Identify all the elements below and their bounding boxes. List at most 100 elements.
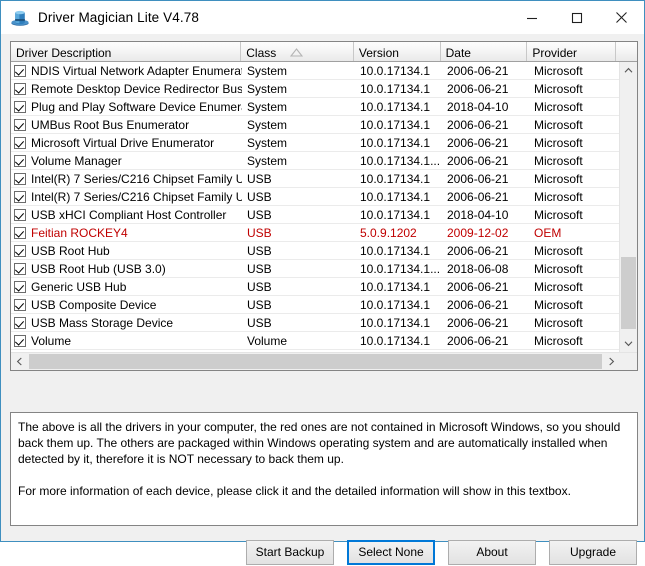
info-spacer [18, 467, 630, 483]
row-checkbox[interactable] [14, 245, 26, 257]
table-cell-version: 10.0.17134.1 [355, 116, 442, 133]
row-checkbox[interactable] [14, 155, 26, 167]
start-backup-button[interactable]: Start Backup [246, 540, 334, 565]
driver-description-label: Remote Desktop Device Redirector Bus [31, 82, 242, 96]
about-button[interactable]: About [448, 540, 536, 565]
row-checkbox[interactable] [14, 317, 26, 329]
driver-list-header: Driver Description Class Version Date [11, 42, 637, 62]
table-cell-date: 2018-04-10 [442, 206, 529, 223]
row-checkbox[interactable] [14, 173, 26, 185]
table-cell-date: 2006-06-21 [442, 296, 529, 313]
table-cell-version: 10.0.17134.1 [355, 62, 442, 79]
row-checkbox[interactable] [14, 263, 26, 275]
top-hat-icon [10, 8, 30, 28]
column-header-provider[interactable]: Provider [527, 42, 615, 61]
table-cell-description: USB Composite Device [11, 296, 242, 313]
table-cell-description: USB Root Hub (USB 3.0) [11, 260, 242, 277]
table-cell-provider: Microsoft [529, 152, 617, 169]
driver-description-label: USB Root Hub (USB 3.0) [31, 262, 166, 276]
table-row[interactable]: Generic volume shadow copy VolumeSnapshot… [11, 350, 619, 352]
row-checkbox[interactable] [14, 299, 26, 311]
table-cell-description: USB Root Hub [11, 242, 242, 259]
driver-description-label: Microsoft Virtual Drive Enumerator [31, 136, 214, 150]
driver-description-label: NDIS Virtual Network Adapter Enumerator [31, 64, 242, 78]
table-cell-description: USB Mass Storage Device [11, 314, 242, 331]
table-row[interactable]: USB Composite DeviceUSB10.0.17134.12006-… [11, 296, 619, 314]
scroll-right-button[interactable] [603, 353, 620, 370]
column-header-label: Driver Description [16, 46, 111, 60]
row-checkbox[interactable] [14, 209, 26, 221]
table-row[interactable]: Intel(R) 7 Series/C216 Chipset Family US… [11, 170, 619, 188]
driver-description-label: Generic USB Hub [31, 280, 126, 294]
table-cell-class: VolumeSnapshot [242, 350, 355, 352]
scroll-down-button[interactable] [620, 335, 637, 352]
table-row[interactable]: Volume ManagerSystem10.0.17134.1...2006-… [11, 152, 619, 170]
info-textbox[interactable]: The above is all the drivers in your com… [10, 412, 638, 526]
table-row[interactable]: USB Root Hub (USB 3.0)USB10.0.17134.1...… [11, 260, 619, 278]
table-cell-date: 2006-06-21 [442, 278, 529, 295]
row-checkbox[interactable] [14, 227, 26, 239]
client-area: Driver Description Class Version Date [1, 34, 644, 541]
table-cell-description: Volume [11, 332, 242, 349]
vertical-scroll-track[interactable] [620, 79, 637, 335]
select-none-button[interactable]: Select None [347, 540, 435, 565]
table-cell-version: 10.0.17134.1 [355, 206, 442, 223]
table-cell-date: 2018-04-10 [442, 98, 529, 115]
table-row[interactable]: UMBus Root Bus EnumeratorSystem10.0.1713… [11, 116, 619, 134]
chevron-right-icon [608, 357, 615, 366]
driver-description-label: UMBus Root Bus Enumerator [31, 118, 189, 132]
info-paragraph-2: For more information of each device, ple… [18, 483, 630, 499]
column-header-date[interactable]: Date [441, 42, 528, 61]
row-checkbox[interactable] [14, 83, 26, 95]
table-cell-provider: Microsoft [529, 170, 617, 187]
table-row[interactable]: VolumeVolume10.0.17134.12006-06-21Micros… [11, 332, 619, 350]
table-row[interactable]: Microsoft Virtual Drive EnumeratorSystem… [11, 134, 619, 152]
column-header-driver-description[interactable]: Driver Description [11, 42, 241, 61]
table-row[interactable]: USB Root HubUSB10.0.17134.12006-06-21Mic… [11, 242, 619, 260]
row-checkbox[interactable] [14, 335, 26, 347]
row-checkbox[interactable] [14, 119, 26, 131]
table-cell-version: 10.0.17134.1... [355, 260, 442, 277]
table-row[interactable]: Remote Desktop Device Redirector BusSyst… [11, 80, 619, 98]
title-bar[interactable]: Driver Magician Lite V4.78 [1, 1, 644, 34]
horizontal-scrollbar[interactable] [11, 352, 637, 370]
driver-list[interactable]: Driver Description Class Version Date [10, 41, 638, 371]
table-cell-provider: Microsoft [529, 116, 617, 133]
minimize-icon [526, 12, 538, 24]
table-row[interactable]: USB Mass Storage DeviceUSB10.0.17134.120… [11, 314, 619, 332]
table-row[interactable]: Plug and Play Software Device Enumerator… [11, 98, 619, 116]
table-cell-class: USB [242, 242, 355, 259]
vertical-scrollbar[interactable] [619, 62, 637, 352]
table-cell-description: Feitian ROCKEY4 [11, 224, 242, 241]
table-cell-date: 2006-06-21 [442, 170, 529, 187]
driver-list-body: NDIS Virtual Network Adapter EnumeratorS… [11, 62, 637, 352]
table-cell-version: 10.0.17134.1 [355, 314, 442, 331]
scroll-left-button[interactable] [11, 353, 28, 370]
close-icon [615, 11, 628, 24]
close-button[interactable] [599, 1, 644, 34]
maximize-button[interactable] [554, 1, 599, 34]
row-checkbox[interactable] [14, 191, 26, 203]
column-header-class[interactable]: Class [241, 42, 354, 61]
row-checkbox[interactable] [14, 101, 26, 113]
column-header-label: Version [359, 46, 399, 60]
driver-description-label: USB Mass Storage Device [31, 316, 173, 330]
upgrade-button[interactable]: Upgrade [549, 540, 637, 565]
table-cell-version: 10.0.17134.1 [355, 278, 442, 295]
minimize-button[interactable] [509, 1, 554, 34]
row-checkbox[interactable] [14, 65, 26, 77]
table-row[interactable]: Feitian ROCKEY4USB5.0.9.12022009-12-02OE… [11, 224, 619, 242]
row-checkbox[interactable] [14, 137, 26, 149]
horizontal-scroll-thumb[interactable] [29, 354, 602, 369]
driver-description-label: Generic volume shadow copy [31, 352, 188, 353]
vertical-scroll-thumb[interactable] [621, 257, 636, 329]
row-checkbox[interactable] [14, 281, 26, 293]
horizontal-scroll-track[interactable] [28, 353, 603, 370]
table-row[interactable]: NDIS Virtual Network Adapter EnumeratorS… [11, 62, 619, 80]
scroll-up-button[interactable] [620, 62, 637, 79]
table-row[interactable]: USB xHCI Compliant Host ControllerUSB10.… [11, 206, 619, 224]
table-row[interactable]: Intel(R) 7 Series/C216 Chipset Family US… [11, 188, 619, 206]
column-header-version[interactable]: Version [354, 42, 441, 61]
table-row[interactable]: Generic USB HubUSB10.0.17134.12006-06-21… [11, 278, 619, 296]
window-controls [509, 1, 644, 34]
